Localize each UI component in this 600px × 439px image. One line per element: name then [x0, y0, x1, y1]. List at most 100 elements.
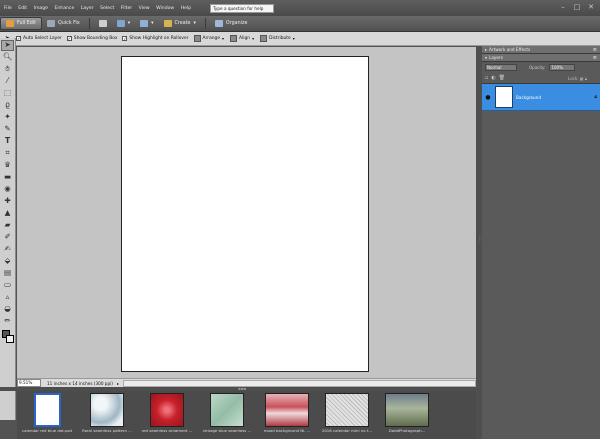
spot-healing-tool-icon[interactable]: ✚: [1, 196, 14, 207]
print-options-button[interactable]: ▾: [135, 17, 158, 30]
pencil-tool-icon[interactable]: ✏︎: [1, 316, 14, 327]
gradient-tool-icon[interactable]: ▤: [1, 268, 14, 279]
toolbox: ➤ 🔍︎ ✋︎ ⁄ ⬚ ϱ ✦ ✎ T ⌗ ♛ ▬ ◉ ✚ ▲ ▰ ✐ ✍︎ ⬙…: [0, 38, 16, 420]
panel-menu-icon[interactable]: ≡: [593, 55, 597, 61]
chevron-down-icon: ▾: [193, 21, 196, 26]
maximize-icon[interactable]: □: [572, 2, 582, 12]
share-button[interactable]: ▾: [112, 17, 135, 30]
move-tool-icon[interactable]: ➤: [1, 39, 14, 51]
magic-wand-tool-icon[interactable]: ✦: [1, 112, 14, 123]
background-color-swatch[interactable]: [5, 335, 14, 343]
bin-caption: mood background NL ...: [263, 428, 311, 433]
clone-stamp-tool-icon[interactable]: ▲: [1, 208, 14, 219]
chevron-down-icon: ▾: [252, 36, 255, 41]
minimize-icon[interactable]: –: [558, 2, 568, 12]
help-search-input[interactable]: Type a question for help: [210, 4, 274, 13]
lock-label: Lock:: [568, 75, 579, 81]
quick-fix-label: Quick Fix: [58, 21, 80, 26]
adjustment-layer-icon[interactable]: ◐: [491, 75, 495, 81]
bin-item[interactable]: DaddPhotograph...: [382, 391, 432, 439]
organizer-icon: [214, 20, 223, 27]
artwork-effects-panel-header[interactable]: ▸ Artwork and Effects ≡: [482, 46, 600, 54]
type-tool-icon[interactable]: T: [1, 136, 14, 147]
auto-select-layer-checkbox[interactable]: ✓ Auto Select Layer: [16, 36, 62, 41]
document-canvas[interactable]: [121, 56, 369, 372]
lock-all-icon[interactable]: 🔒︎: [585, 76, 587, 81]
status-bar: 9.51% 11 inches x 14 inches (300 ppi) ▸: [17, 378, 476, 387]
create-icon: [163, 20, 172, 27]
zoom-level-field[interactable]: 9.51%: [17, 379, 41, 387]
artwork-effects-title: Artwork and Effects: [489, 47, 531, 52]
create-button[interactable]: Create ▾: [159, 17, 201, 30]
paint-bucket-tool-icon[interactable]: ⬙: [1, 256, 14, 267]
bin-thumbnail-image: [150, 393, 184, 427]
bin-item[interactable]: mood background NL ...: [262, 391, 312, 439]
menu-help[interactable]: Help: [181, 6, 191, 11]
eraser-tool-icon[interactable]: ▰: [1, 220, 14, 231]
red-eye-tool-icon[interactable]: ◉: [1, 184, 14, 195]
show-highlight-label: Show Highlight on Rollover: [129, 36, 189, 41]
layers-panel-header[interactable]: ▾ Layers ≡: [482, 54, 600, 62]
show-highlight-checkbox[interactable]: ✓ Show Highlight on Rollover: [122, 36, 189, 41]
bin-item[interactable]: vintage blue seamless ...: [202, 391, 252, 439]
bin-thumbnail: [145, 393, 189, 427]
eyedropper-tool-icon[interactable]: ⁄: [1, 76, 14, 87]
full-edit-tab[interactable]: Full Edit: [0, 17, 43, 30]
crop-tool-icon[interactable]: ⌗: [1, 148, 14, 159]
hand-tool-icon[interactable]: ✋︎: [1, 64, 14, 75]
bin-caption: calendar red blue dot.psd: [22, 428, 72, 433]
menu-file[interactable]: File: [4, 6, 12, 11]
menu-enhance[interactable]: Enhance: [54, 6, 74, 11]
window-controls: – □ ✕: [558, 2, 596, 12]
menu-image[interactable]: Image: [34, 6, 48, 11]
lasso-tool-icon[interactable]: ϱ: [1, 100, 14, 111]
menu-view[interactable]: View: [139, 6, 150, 11]
cookie-cutter-tool-icon[interactable]: ♛: [1, 160, 14, 171]
arrange-dropdown[interactable]: Arrange ▾: [193, 35, 224, 42]
bin-thumbnail: [265, 393, 309, 427]
show-bounding-box-checkbox[interactable]: ✓ Show Bounding Box: [66, 36, 117, 41]
layer-row-background[interactable]: ● Background 🔒︎: [482, 84, 600, 111]
marquee-tool-icon[interactable]: ⬚: [1, 88, 14, 99]
status-menu-arrow-icon[interactable]: ▸: [117, 381, 119, 386]
quick-fix-tab[interactable]: Quick Fix: [42, 17, 85, 30]
bin-item[interactable]: calendar red blue dot.psd: [22, 391, 72, 439]
eye-icon[interactable]: ●: [484, 94, 492, 101]
bin-item[interactable]: 2016 calendar mini no t...: [322, 391, 372, 439]
organize-button[interactable]: Organize: [210, 17, 253, 30]
brush-tool-icon[interactable]: ✐: [1, 232, 14, 243]
lock-transparency-icon[interactable]: ▦: [580, 76, 584, 81]
bin-item[interactable]: floral seamless pattern ...: [82, 391, 132, 439]
menu-filter[interactable]: Filter: [121, 6, 132, 11]
menu-edit[interactable]: Edit: [18, 6, 27, 11]
custom-shape-tool-icon[interactable]: ▭: [1, 280, 14, 291]
smart-brush-tool-icon[interactable]: ✍︎: [1, 244, 14, 255]
zoom-tool-icon[interactable]: 🔍︎: [1, 52, 14, 63]
menu-layer[interactable]: Layer: [81, 6, 94, 11]
auto-select-layer-label: Auto Select Layer: [23, 36, 62, 41]
menu-window[interactable]: Window: [156, 6, 174, 11]
color-swatches[interactable]: [1, 329, 15, 345]
panel-menu-icon[interactable]: ≡: [593, 47, 597, 53]
opacity-field[interactable]: 100%: [549, 64, 576, 71]
distribute-label: Distribute: [269, 36, 291, 41]
blend-mode-select[interactable]: Normal: [485, 64, 517, 71]
delete-layer-icon[interactable]: 🗑︎: [499, 75, 505, 81]
layers-options-row: Normal Opacity: 100%: [482, 62, 600, 73]
quick-selection-tool-icon[interactable]: ✎: [1, 124, 14, 135]
distribute-dropdown[interactable]: Distribute ▾: [260, 35, 295, 42]
chevron-down-icon: ▾: [127, 21, 131, 26]
bin-item[interactable]: red seamless ornament ...: [142, 391, 192, 439]
print-button[interactable]: [94, 17, 112, 30]
horizontal-scrollbar[interactable]: [122, 379, 476, 387]
close-icon[interactable]: ✕: [586, 2, 596, 12]
bin-thumbnail: [205, 393, 249, 427]
blur-tool-icon[interactable]: ▵: [1, 292, 14, 303]
new-layer-icon[interactable]: ▫: [485, 75, 488, 81]
straighten-tool-icon[interactable]: ▬: [1, 172, 14, 183]
tool-options-bar: ➤ ✓ Auto Select Layer ✓ Show Bounding Bo…: [0, 32, 600, 46]
canvas-area: [17, 47, 476, 378]
align-dropdown[interactable]: Align ▾: [230, 35, 254, 42]
sponge-tool-icon[interactable]: ◒: [1, 304, 14, 315]
menu-select[interactable]: Select: [100, 6, 114, 11]
